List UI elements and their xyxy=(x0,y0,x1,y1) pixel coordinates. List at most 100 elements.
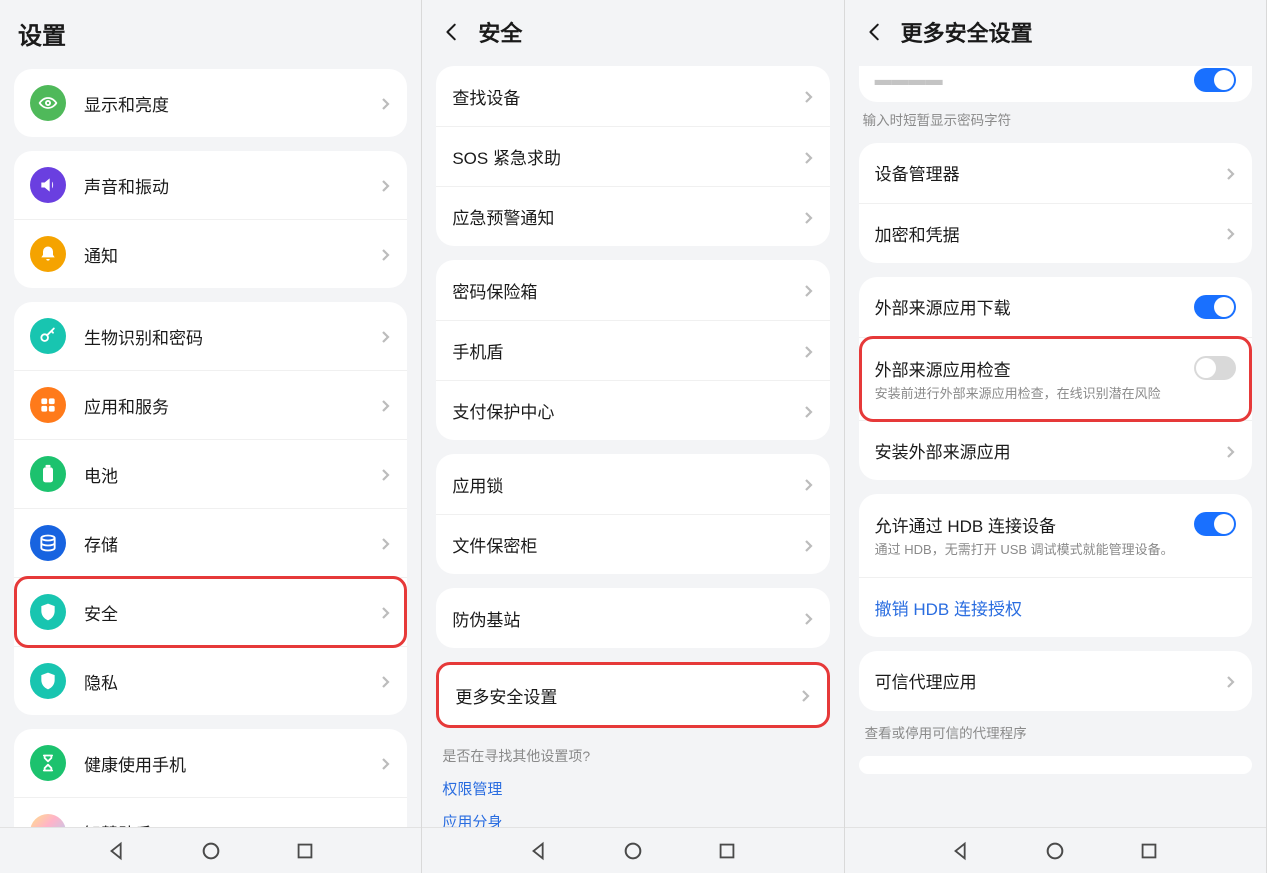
settings-list: 显示和亮度 声音和振动 通知 xyxy=(0,69,421,827)
header: 安全 xyxy=(422,0,843,66)
nav-home-icon[interactable] xyxy=(1044,840,1066,862)
header: 设置 xyxy=(0,0,421,69)
chevron-right-icon xyxy=(379,179,391,191)
row-label: 安全 xyxy=(84,600,371,625)
row-label: 存储 xyxy=(84,531,371,556)
row-fake-base-station[interactable]: 防伪基站 xyxy=(436,588,829,648)
row-label: 查找设备 xyxy=(452,84,793,109)
group-external: 外部来源应用下载 外部来源应用检查 安装前进行外部来源应用检查，在线识别潜在风险… xyxy=(859,277,1252,481)
key-icon xyxy=(30,318,66,354)
row-security[interactable]: 安全 xyxy=(14,577,407,646)
row-app-lock[interactable]: 应用锁 xyxy=(436,454,829,514)
nav-bar xyxy=(845,827,1266,873)
chevron-right-icon xyxy=(802,211,814,223)
battery-icon xyxy=(30,456,66,492)
nav-back-icon[interactable] xyxy=(106,840,128,862)
row-install-external[interactable]: 安装外部来源应用 xyxy=(859,420,1252,480)
nav-back-icon[interactable] xyxy=(528,840,550,862)
more-security-panel: 更多安全设置 ▬▬▬▬ 输入时短暂显示密码字符 设备管理器 加密和凭据 外部来源… xyxy=(845,0,1267,873)
row-find-device[interactable]: 查找设备 xyxy=(436,66,829,126)
chevron-right-icon xyxy=(802,612,814,624)
row-biometric[interactable]: 生物识别和密码 xyxy=(14,302,407,370)
row-sub: 通过 HDB，无需打开 USB 调试模式就能管理设备。 xyxy=(875,541,1184,559)
row-label: 生物识别和密码 xyxy=(84,324,371,349)
header: 更多安全设置 xyxy=(845,0,1266,66)
assistant-icon xyxy=(30,814,66,827)
group-health: 健康使用手机 智慧助手 xyxy=(14,729,407,827)
chevron-right-icon xyxy=(379,675,391,687)
row-external-check[interactable]: 外部来源应用检查 安装前进行外部来源应用检查，在线识别潜在风险 xyxy=(859,337,1252,421)
row-notify[interactable]: 通知 xyxy=(14,219,407,288)
chevron-right-icon xyxy=(1224,167,1236,179)
chevron-right-icon xyxy=(802,284,814,296)
row-battery[interactable]: 电池 xyxy=(14,439,407,508)
row-password-vault[interactable]: 密码保险箱 xyxy=(436,260,829,320)
row-label: 支付保护中心 xyxy=(452,398,793,423)
nav-recent-icon[interactable] xyxy=(716,840,738,862)
row-assistant[interactable]: 智慧助手 xyxy=(14,797,407,827)
group-admin: 设备管理器 加密和凭据 xyxy=(859,143,1252,263)
row-pay-protect[interactable]: 支付保护中心 xyxy=(436,380,829,440)
apps-icon xyxy=(30,387,66,423)
toggle-hdb-allow[interactable] xyxy=(1194,512,1236,536)
chevron-right-icon xyxy=(1224,227,1236,239)
row-display[interactable]: 显示和亮度 xyxy=(14,69,407,137)
security-list: 查找设备 SOS 紧急求助 应急预警通知 密码保险箱 手机盾 支付保 xyxy=(422,66,843,827)
settings-panel: 设置 显示和亮度 声音和振动 xyxy=(0,0,422,873)
group-password: 密码保险箱 手机盾 支付保护中心 xyxy=(436,260,829,440)
row-trusted-agent[interactable]: 可信代理应用 xyxy=(859,651,1252,711)
toggle-external-check[interactable] xyxy=(1194,356,1236,380)
cutoff-row[interactable]: ▬▬▬▬ xyxy=(859,66,1252,102)
shield-icon xyxy=(30,594,66,630)
nav-home-icon[interactable] xyxy=(622,840,644,862)
row-emergency-alert[interactable]: 应急预警通知 xyxy=(436,186,829,246)
row-hdb-allow[interactable]: 允许通过 HDB 连接设备 通过 HDB，无需打开 USB 调试模式就能管理设备… xyxy=(859,494,1252,577)
chevron-right-icon xyxy=(802,539,814,551)
toggle-external-download[interactable] xyxy=(1194,295,1236,319)
more-security-list: 设备管理器 加密和凭据 外部来源应用下载 外部来源应用检查 安装前进行外部来源应… xyxy=(845,143,1266,827)
row-device-admin[interactable]: 设备管理器 xyxy=(859,143,1252,203)
row-label: 声音和振动 xyxy=(84,173,371,198)
chevron-right-icon xyxy=(799,689,811,701)
row-health[interactable]: 健康使用手机 xyxy=(14,729,407,797)
group-sound-notify: 声音和振动 通知 xyxy=(14,151,407,288)
security-panel: 安全 查找设备 SOS 紧急求助 应急预警通知 密码保险箱 手机盾 xyxy=(422,0,844,873)
nav-home-icon[interactable] xyxy=(200,840,222,862)
chevron-right-icon xyxy=(802,151,814,163)
group-fake-base: 防伪基站 xyxy=(436,588,829,648)
chevron-right-icon xyxy=(1224,675,1236,687)
back-button[interactable] xyxy=(440,20,464,44)
group-hdb: 允许通过 HDB 连接设备 通过 HDB，无需打开 USB 调试模式就能管理设备… xyxy=(859,494,1252,637)
back-button[interactable] xyxy=(863,20,887,44)
storage-icon xyxy=(30,525,66,561)
row-external-download[interactable]: 外部来源应用下载 xyxy=(859,277,1252,337)
row-storage[interactable]: 存储 xyxy=(14,508,407,577)
row-label: 密码保险箱 xyxy=(452,278,793,303)
row-privacy[interactable]: 隐私 xyxy=(14,646,407,715)
row-file-lock[interactable]: 文件保密柜 xyxy=(436,514,829,574)
sound-icon xyxy=(30,167,66,203)
row-label: 应用锁 xyxy=(452,472,793,497)
link-permissions[interactable]: 权限管理 xyxy=(436,772,829,805)
toggle-password-visible[interactable] xyxy=(1194,68,1236,92)
row-encrypt-creds[interactable]: 加密和凭据 xyxy=(859,203,1252,263)
nav-recent-icon[interactable] xyxy=(294,840,316,862)
link-app-twin[interactable]: 应用分身 xyxy=(436,805,829,827)
footnote: 是否在寻找其他设置项? xyxy=(436,742,829,772)
nav-recent-icon[interactable] xyxy=(1138,840,1160,862)
row-phone-shield[interactable]: 手机盾 xyxy=(436,320,829,380)
group-lock: 应用锁 文件保密柜 xyxy=(436,454,829,574)
chevron-right-icon xyxy=(379,468,391,480)
row-label: 加密和凭据 xyxy=(875,221,1216,246)
row-label: 隐私 xyxy=(84,669,371,694)
row-label: 应急预警通知 xyxy=(452,204,793,229)
row-hdb-revoke[interactable]: 撤销 HDB 连接授权 xyxy=(859,577,1252,637)
row-more-security[interactable]: 更多安全设置 xyxy=(439,665,826,725)
row-sos[interactable]: SOS 紧急求助 xyxy=(436,126,829,186)
row-apps[interactable]: 应用和服务 xyxy=(14,370,407,439)
nav-back-icon[interactable] xyxy=(950,840,972,862)
chevron-right-icon xyxy=(379,537,391,549)
page-title: 设置 xyxy=(18,16,66,51)
row-sound[interactable]: 声音和振动 xyxy=(14,151,407,219)
chevron-right-icon xyxy=(379,606,391,618)
